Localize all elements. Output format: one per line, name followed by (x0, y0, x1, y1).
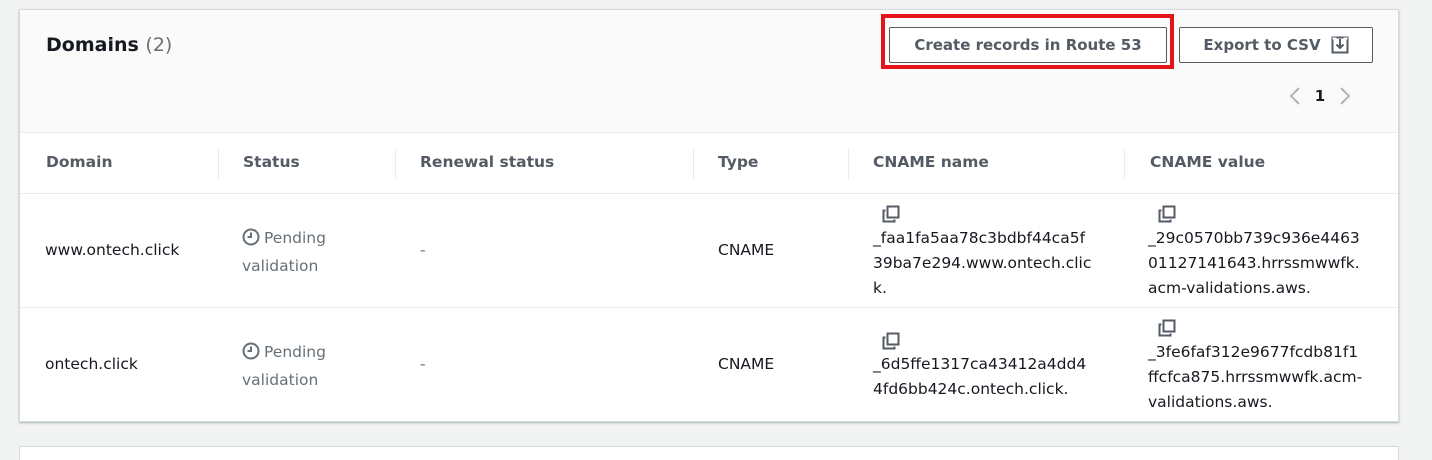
cname-value-cell: _3fe6faf312e9677fcdb81f1 ffcfca875.hrrss… (1148, 340, 1362, 415)
table-header-divider (20, 193, 1398, 194)
clock-icon (242, 228, 260, 254)
copy-icon[interactable] (882, 332, 900, 354)
next-panel (19, 446, 1399, 460)
cname-name-line: _6d5ffe1317ca43412a4dd4 (873, 355, 1087, 373)
page-title: Domains (2) (46, 34, 172, 56)
copy-icon[interactable] (1158, 319, 1176, 341)
domain-cell: www.ontech.click (45, 241, 180, 259)
status-line: validation (242, 257, 319, 275)
cname-value-line: _3fe6faf312e9677fcdb81f1 (1148, 343, 1359, 361)
create-records-route53-button[interactable]: Create records in Route 53 (889, 27, 1167, 63)
status-cell: Pending validation (242, 340, 326, 393)
domain-count: (2) (145, 34, 173, 56)
copy-icon[interactable] (1158, 205, 1176, 227)
status-cell: Pending validation (242, 226, 326, 279)
column-header-cname-value[interactable]: CNAME value (1150, 153, 1265, 171)
title-text: Domains (46, 34, 139, 56)
page-number[interactable]: 1 (1308, 87, 1332, 105)
column-header-domain[interactable]: Domain (46, 153, 112, 171)
cname-name-line: 39ba7e294.www.ontech.clic (873, 254, 1092, 272)
cname-value-cell: _29c0570bb739c936e4463 01127141643.hrrss… (1148, 226, 1360, 301)
cname-name-line: 4fd6bb424c.ontech.click. (873, 380, 1069, 398)
create-records-label: Create records in Route 53 (914, 36, 1142, 54)
panel-header: Domains (2) Create records in Route 53 E… (20, 10, 1398, 133)
column-header-cname-name[interactable]: CNAME name (873, 153, 989, 171)
type-cell: CNAME (718, 355, 775, 373)
download-icon (1331, 36, 1349, 54)
cname-name-line: k. (873, 279, 887, 297)
status-line: Pending (242, 340, 326, 368)
column-header-status[interactable]: Status (243, 153, 300, 171)
renewal-status-cell: - (420, 241, 426, 259)
status-line: Pending (242, 226, 326, 254)
pagination: 1 (1282, 84, 1358, 108)
cname-name-line: _faa1fa5aa78c3bdbf44ca5f (873, 229, 1086, 247)
export-csv-button[interactable]: Export to CSV (1179, 27, 1373, 63)
export-csv-label: Export to CSV (1203, 36, 1321, 54)
domains-panel: Domains (2) Create records in Route 53 E… (19, 9, 1399, 422)
column-divider (218, 149, 219, 179)
cname-value-line: validations.aws. (1148, 393, 1273, 411)
chevron-right-icon[interactable] (1332, 84, 1358, 108)
cname-name-cell: _6d5ffe1317ca43412a4dd4 4fd6bb424c.ontec… (873, 352, 1086, 402)
renewal-status-cell: - (420, 355, 426, 373)
type-cell: CNAME (718, 241, 775, 259)
status-text: Pending (264, 229, 326, 247)
clock-icon (242, 342, 260, 368)
column-divider (395, 149, 396, 179)
domain-cell: ontech.click (45, 355, 138, 373)
column-divider (848, 149, 849, 179)
status-line: validation (242, 371, 319, 389)
cname-value-line: ffcfca875.hrrssmwwfk.acm- (1148, 368, 1363, 386)
column-divider (1124, 149, 1125, 179)
status-text: Pending (264, 343, 326, 361)
column-divider (693, 149, 694, 179)
column-header-renewal-status[interactable]: Renewal status (420, 153, 554, 171)
chevron-left-icon[interactable] (1282, 84, 1308, 108)
copy-icon[interactable] (882, 205, 900, 227)
column-header-type[interactable]: Type (718, 153, 758, 171)
cname-value-line: _29c0570bb739c936e4463 (1148, 229, 1360, 247)
row-divider (20, 307, 1398, 308)
cname-value-line: 01127141643.hrrssmwwfk. (1148, 254, 1360, 272)
cname-name-cell: _faa1fa5aa78c3bdbf44ca5f 39ba7e294.www.o… (873, 226, 1091, 301)
cname-value-line: acm-validations.aws. (1148, 279, 1311, 297)
